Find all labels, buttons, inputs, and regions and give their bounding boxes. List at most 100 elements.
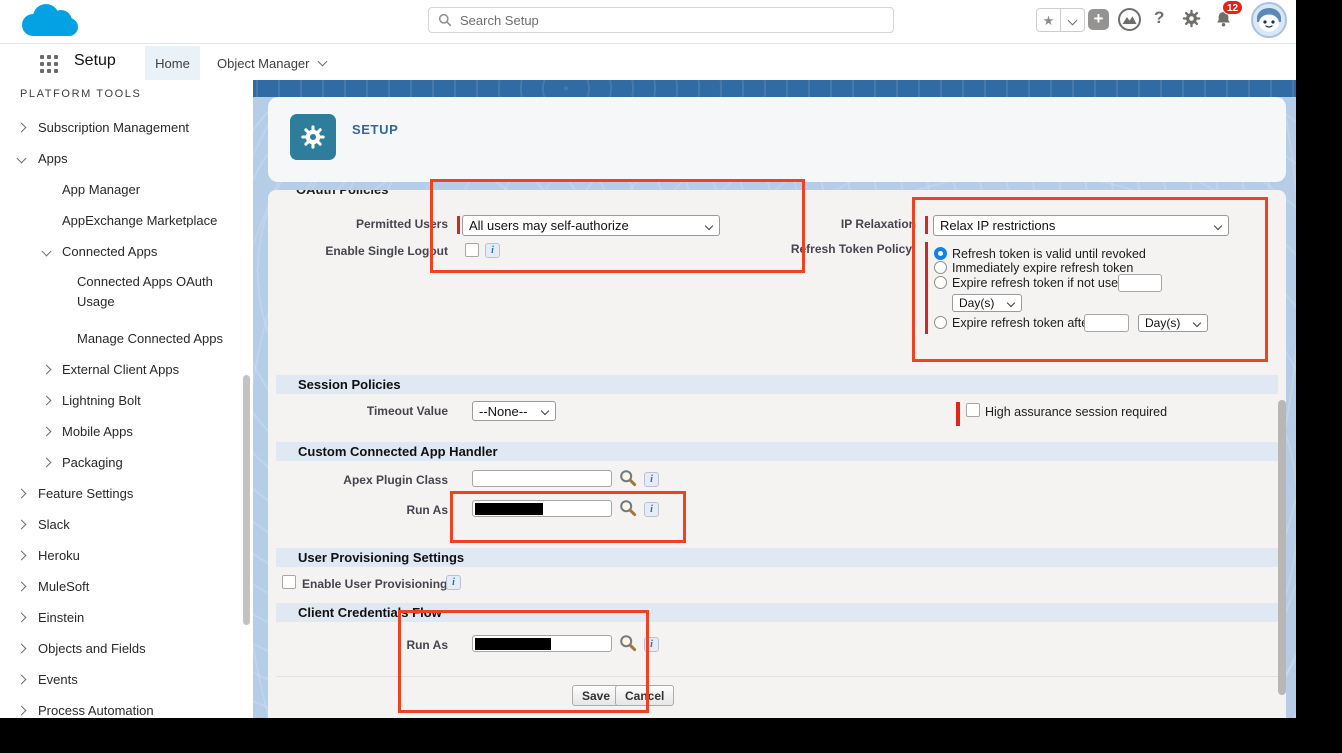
custom-handler-header: Custom Connected App Handler	[276, 442, 1278, 461]
favorites-button-group: ★	[1036, 8, 1085, 32]
tab-home[interactable]: Home	[145, 46, 200, 81]
annotation-box-ip-relaxation-refresh-policy	[912, 197, 1268, 362]
help-button[interactable]: ?	[1154, 8, 1164, 28]
favorites-dropdown-button[interactable]	[1060, 9, 1084, 31]
sidebar-item-label: Subscription Management	[38, 120, 189, 135]
add-button[interactable]: +	[1088, 9, 1109, 30]
chevron-right-icon	[17, 706, 27, 716]
sidebar-item-process-automation[interactable]: Process Automation	[0, 695, 253, 718]
chevron-right-icon	[17, 582, 27, 592]
sidebar-item-label: Objects and Fields	[38, 641, 146, 656]
sidebar-item-external-client-apps[interactable]: External Client Apps	[0, 354, 253, 385]
tab-object-manager[interactable]: Object Manager	[205, 46, 338, 81]
session-policies-header: Session Policies	[276, 375, 1278, 394]
sidebar-item-label: Heroku	[38, 548, 80, 563]
sidebar-scrollbar-thumb[interactable]	[243, 375, 250, 625]
sidebar-item-label: Connected Apps	[62, 244, 157, 259]
sidebar-item-lightning-bolt[interactable]: Lightning Bolt	[0, 385, 253, 416]
lookup-button[interactable]	[619, 469, 637, 490]
chevron-right-icon	[17, 123, 27, 133]
tab-home-label: Home	[155, 56, 190, 71]
sidebar-item-connected-apps[interactable]: Connected Apps	[0, 236, 253, 267]
sidebar-item-mobile-apps[interactable]: Mobile Apps	[0, 416, 253, 447]
sidebar-item-appexchange-marketplace[interactable]: AppExchange Marketplace	[0, 205, 253, 236]
sidebar-item-apps[interactable]: Apps	[0, 143, 253, 174]
sidebar-item-label: Feature Settings	[38, 486, 133, 501]
chevron-down-icon	[1068, 15, 1078, 25]
search-input[interactable]	[460, 13, 893, 28]
annotation-box-run-as	[450, 491, 686, 543]
sidebar-item-label: Process Automation	[38, 703, 154, 718]
annotation-box-client-credentials	[398, 610, 649, 713]
setup-search-box[interactable]	[428, 7, 894, 33]
sidebar-item-label: Packaging	[62, 455, 123, 470]
salesforce-logo-icon[interactable]	[18, 3, 80, 45]
guidance-button[interactable]	[1117, 7, 1142, 37]
chevron-right-icon	[17, 520, 27, 530]
chevron-right-icon	[42, 427, 52, 437]
chevron-right-icon	[42, 365, 52, 375]
global-header: ★ + ?	[0, 0, 1296, 43]
sidebar-item-label: Events	[38, 672, 78, 687]
info-icon[interactable]: i	[446, 575, 461, 590]
user-avatar[interactable]	[1251, 2, 1287, 38]
enable-user-provisioning-label: Enable User Provisioning	[302, 577, 447, 591]
sidebar-item-events[interactable]: Events	[0, 664, 253, 695]
apex-plugin-class-label: Apex Plugin Class	[268, 473, 448, 487]
setup-tile	[290, 114, 336, 160]
setup-sidebar: PLATFORM TOOLS Subscription Management A…	[0, 80, 253, 718]
question-icon: ?	[1154, 8, 1164, 27]
setup-nav-bar: Setup Home Object Manager	[0, 43, 1296, 80]
sidebar-item-label: Slack	[38, 517, 70, 532]
sidebar-item-feature-settings[interactable]: Feature Settings	[0, 478, 253, 509]
run-as-label: Run As	[268, 503, 448, 517]
timeout-value-label: Timeout Value	[268, 404, 448, 418]
chevron-right-icon	[17, 644, 27, 654]
timeout-value: --None--	[479, 404, 527, 419]
sidebar-items: Subscription Management Apps App Manager…	[0, 112, 253, 718]
sidebar-item-slack[interactable]: Slack	[0, 509, 253, 540]
timeout-value-select[interactable]: --None--	[472, 401, 556, 421]
setup-gear-tile-icon	[299, 123, 327, 151]
setup-banner-card: SETUP	[268, 97, 1286, 182]
sidebar-item-subscription-management[interactable]: Subscription Management	[0, 112, 253, 143]
app-launcher-icon[interactable]	[38, 53, 60, 75]
sidebar-item-mulesoft[interactable]: MuleSoft	[0, 571, 253, 602]
favorites-star-button[interactable]: ★	[1037, 9, 1060, 31]
enable-user-provisioning-checkbox[interactable]	[282, 575, 296, 589]
chevron-down-icon	[17, 154, 27, 164]
sidebar-item-label: App Manager	[62, 182, 140, 197]
chevron-right-icon	[42, 458, 52, 468]
banner-top-strip	[253, 80, 1296, 97]
sidebar-item-label: Einstein	[38, 610, 84, 625]
chevron-right-icon	[17, 551, 27, 561]
oauth-policies-header-clipped: OAuth Policies	[296, 190, 388, 199]
sidebar-item-manage-connected-apps[interactable]: Manage Connected Apps	[0, 323, 253, 354]
high-assurance-checkbox[interactable]	[966, 403, 980, 417]
star-icon: ★	[1043, 14, 1055, 27]
enable-single-logout-label: Enable Single Logout	[268, 244, 448, 258]
notification-badge: 12	[1222, 0, 1243, 15]
search-icon	[438, 13, 452, 27]
info-icon[interactable]: i	[644, 472, 659, 487]
sidebar-item-packaging[interactable]: Packaging	[0, 447, 253, 478]
sidebar-heading: PLATFORM TOOLS	[20, 88, 141, 100]
chevron-down-icon	[42, 247, 52, 257]
annotation-bar-high-assurance	[956, 402, 960, 426]
chevron-right-icon	[17, 675, 27, 685]
gear-icon	[1181, 8, 1202, 29]
sidebar-item-connected-apps-oauth-usage[interactable]: Connected Apps OAuth Usage	[0, 267, 253, 323]
setup-gear-button[interactable]	[1181, 8, 1202, 34]
sidebar-item-app-manager[interactable]: App Manager	[0, 174, 253, 205]
trailhead-icon	[1117, 7, 1142, 32]
chevron-down-icon	[317, 57, 327, 67]
sidebar-item-label: Connected Apps OAuth Usage	[77, 274, 213, 309]
sidebar-item-einstein[interactable]: Einstein	[0, 602, 253, 633]
sidebar-item-heroku[interactable]: Heroku	[0, 540, 253, 571]
sidebar-item-label: Apps	[38, 151, 68, 166]
main-scrollbar-thumb[interactable]	[1278, 400, 1286, 695]
sidebar-item-objects-and-fields[interactable]: Objects and Fields	[0, 633, 253, 664]
apex-plugin-class-input[interactable]	[472, 470, 612, 487]
permitted-users-label: Permitted Users	[268, 217, 448, 231]
user-provisioning-header: User Provisioning Settings	[276, 548, 1278, 567]
